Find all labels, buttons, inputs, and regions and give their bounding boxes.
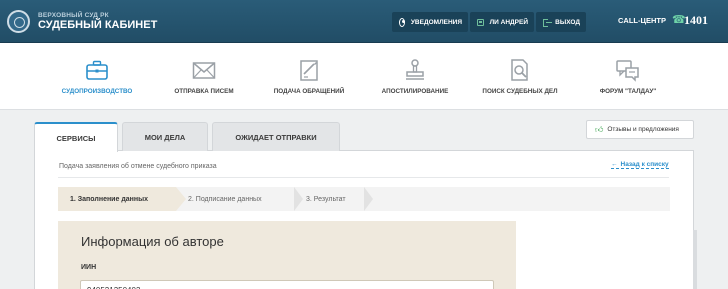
callcenter-phone[interactable]: 1401	[684, 13, 708, 28]
feedback-button[interactable]: 👍︎ Отзывы и предложения	[586, 120, 694, 139]
iin-input[interactable]	[80, 280, 494, 289]
user-name-label: ЛИ АНДРЕЙ	[489, 18, 528, 26]
stamp-icon	[406, 59, 424, 80]
nav-label: АПОСТИЛИРОВАНИЕ	[381, 88, 449, 95]
nav-item-forum[interactable]: ФОРУМ "ТАЛДАУ"	[582, 43, 674, 110]
top-header: ВЕРХОВНЫЙ СУД РК СУДЕБНЫЙ КАБИНЕТ УВЕДОМ…	[0, 0, 728, 43]
step-result: 3. Результат	[306, 195, 346, 203]
document-edit-icon	[300, 60, 318, 81]
feedback-label: Отзывы и предложения	[607, 126, 679, 133]
page-title: Подача заявления об отмене судебного при…	[59, 163, 217, 170]
nav-item-send-letters[interactable]: ОТПРАВКА ПИСЕМ	[158, 43, 250, 110]
court-name: ВЕРХОВНЫЙ СУД РК	[38, 12, 109, 19]
document-search-icon	[511, 59, 528, 81]
arrow-left-icon: ←	[611, 161, 618, 168]
tab-services[interactable]: СЕРВИСЫ	[34, 122, 118, 152]
notification-icon	[399, 17, 405, 27]
logout-icon	[543, 18, 553, 27]
back-to-list-link[interactable]: ← Назад к списку	[611, 161, 669, 169]
nav-label: СУДОПРОИЗВОДСТВО	[61, 88, 133, 95]
tab-my-cases[interactable]: МОИ ДЕЛА	[122, 122, 208, 151]
scrollbar[interactable]	[693, 230, 697, 289]
step-fill-data: 1. Заполнение данных	[58, 187, 186, 211]
envelope-icon	[192, 62, 216, 79]
main-nav: СУДОПРОИЗВОДСТВО ОТПРАВКА ПИСЕМ ПОДАЧА О…	[0, 43, 728, 110]
id-card-icon	[477, 18, 484, 26]
nav-label: ФОРУМ "ТАЛДАУ"	[599, 88, 657, 95]
iin-label: ИИН	[81, 264, 97, 271]
step-separator	[294, 187, 303, 211]
briefcase-icon	[86, 60, 108, 80]
wizard-steps: 1. Заполнение данных 2. Подписание данны…	[58, 187, 670, 211]
step-sign-data: 2. Подписание данных	[188, 195, 262, 203]
step-separator	[364, 187, 373, 211]
logout-button[interactable]: ВЫХОД	[536, 12, 586, 32]
author-info-section	[58, 221, 516, 289]
notifications-button[interactable]: УВЕДОМЛЕНИЯ	[392, 12, 468, 32]
notifications-label: УВЕДОМЛЕНИЯ	[410, 18, 462, 26]
divider	[58, 177, 669, 178]
nav-item-case-search[interactable]: ПОИСК СУДЕБНЫХ ДЕЛ	[472, 43, 568, 110]
user-profile-button[interactable]: ЛИ АНДРЕЙ	[470, 12, 534, 32]
nav-label: ПОИСК СУДЕБНЫХ ДЕЛ	[482, 88, 558, 95]
nav-item-apostille[interactable]: АПОСТИЛИРОВАНИЕ	[368, 43, 462, 110]
chat-icon	[616, 60, 639, 82]
court-emblem-icon[interactable]	[7, 10, 30, 33]
thumbs-up-icon: 👍︎	[595, 124, 604, 134]
nav-label: ПОДАЧА ОБРАЩЕНИЙ	[273, 88, 345, 95]
nav-item-court-proceedings[interactable]: СУДОПРОИЗВОДСТВО	[50, 43, 144, 110]
tab-pending-send[interactable]: ОЖИДАЕТ ОТПРАВКИ	[212, 122, 340, 151]
section-title: Информация об авторе	[81, 234, 224, 249]
callcenter-label: CALL-ЦЕНТР	[618, 16, 666, 25]
logout-label: ВЫХОД	[555, 18, 580, 26]
cabinet-title[interactable]: СУДЕБНЫЙ КАБИНЕТ	[38, 19, 157, 31]
nav-label: ОТПРАВКА ПИСЕМ	[174, 88, 234, 95]
back-link-label: Назад к списку	[620, 161, 669, 168]
nav-item-submit-appeals[interactable]: ПОДАЧА ОБРАЩЕНИЙ	[258, 43, 360, 110]
